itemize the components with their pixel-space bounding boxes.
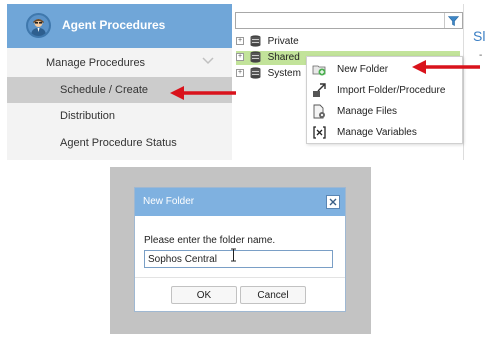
sidebar-item-manage-procedures[interactable]: Manage Procedures [7, 50, 236, 76]
sidebar-item-label: Schedule / Create [60, 84, 149, 96]
sidebar: Agent Procedures Manage Procedures Sched… [7, 4, 236, 160]
agent-avatar-icon [26, 13, 51, 38]
menu-item-manage-variables[interactable]: Manage Variables [307, 122, 462, 143]
arrow-left-icon [412, 60, 480, 74]
dialog-prompt: Please enter the folder name. [144, 235, 276, 246]
expand-icon[interactable]: + [236, 69, 244, 78]
database-icon [250, 67, 261, 79]
sidebar-item-distribution[interactable]: Distribution [7, 103, 236, 129]
sidebar-item-label: Manage Procedures [46, 57, 146, 69]
menu-item-label: Import Folder/Procedure [337, 85, 446, 96]
sidebar-item-label: Agent Procedure Status [60, 137, 177, 149]
menu-item-manage-files[interactable]: Manage Files [307, 101, 462, 122]
tree-node-system[interactable]: + System [236, 67, 301, 81]
close-button[interactable] [326, 195, 340, 209]
menu-item-label: Manage Variables [337, 127, 417, 138]
folder-name-input[interactable] [144, 250, 333, 268]
dialog-title: New Folder [143, 196, 195, 207]
sidebar-header[interactable]: Agent Procedures [7, 4, 236, 48]
database-icon [250, 51, 261, 63]
dialog-title-bar[interactable]: New Folder [135, 188, 345, 216]
new-folder-icon [312, 65, 326, 76]
divider [135, 277, 345, 278]
manage-files-icon [313, 104, 325, 119]
filter-icon[interactable] [444, 13, 462, 28]
import-icon [313, 83, 326, 97]
ok-button[interactable]: OK [171, 286, 237, 304]
menu-item-import-folder-procedure[interactable]: Import Folder/Procedure [307, 80, 462, 101]
arrow-left-icon [170, 86, 236, 100]
sidebar-title: Agent Procedures [62, 18, 166, 32]
right-pane-fragment: Sl [473, 28, 486, 44]
text-cursor-icon [231, 248, 236, 262]
chevron-down-icon [202, 50, 214, 76]
pane-divider [463, 4, 464, 160]
menu-item-label: New Folder [337, 64, 389, 75]
database-icon [250, 35, 261, 47]
tree-filter-input[interactable] [235, 12, 463, 29]
tree-node-private[interactable]: + Private [236, 35, 299, 49]
tree-node-label: Private [267, 36, 299, 47]
sidebar-item-agent-procedure-status[interactable]: Agent Procedure Status [7, 130, 236, 156]
tree-node-label: Shared [267, 52, 300, 63]
manage-variables-icon [313, 126, 326, 139]
close-icon [329, 198, 337, 206]
menu-item-label: Manage Files [337, 106, 398, 117]
expand-icon[interactable]: + [236, 53, 244, 62]
cancel-button[interactable]: Cancel [240, 286, 306, 304]
expand-icon[interactable]: + [236, 37, 244, 46]
new-folder-dialog: New Folder Please enter the folder name.… [134, 187, 346, 312]
tree-node-label: System [267, 68, 301, 79]
sidebar-item-label: Distribution [60, 110, 116, 122]
